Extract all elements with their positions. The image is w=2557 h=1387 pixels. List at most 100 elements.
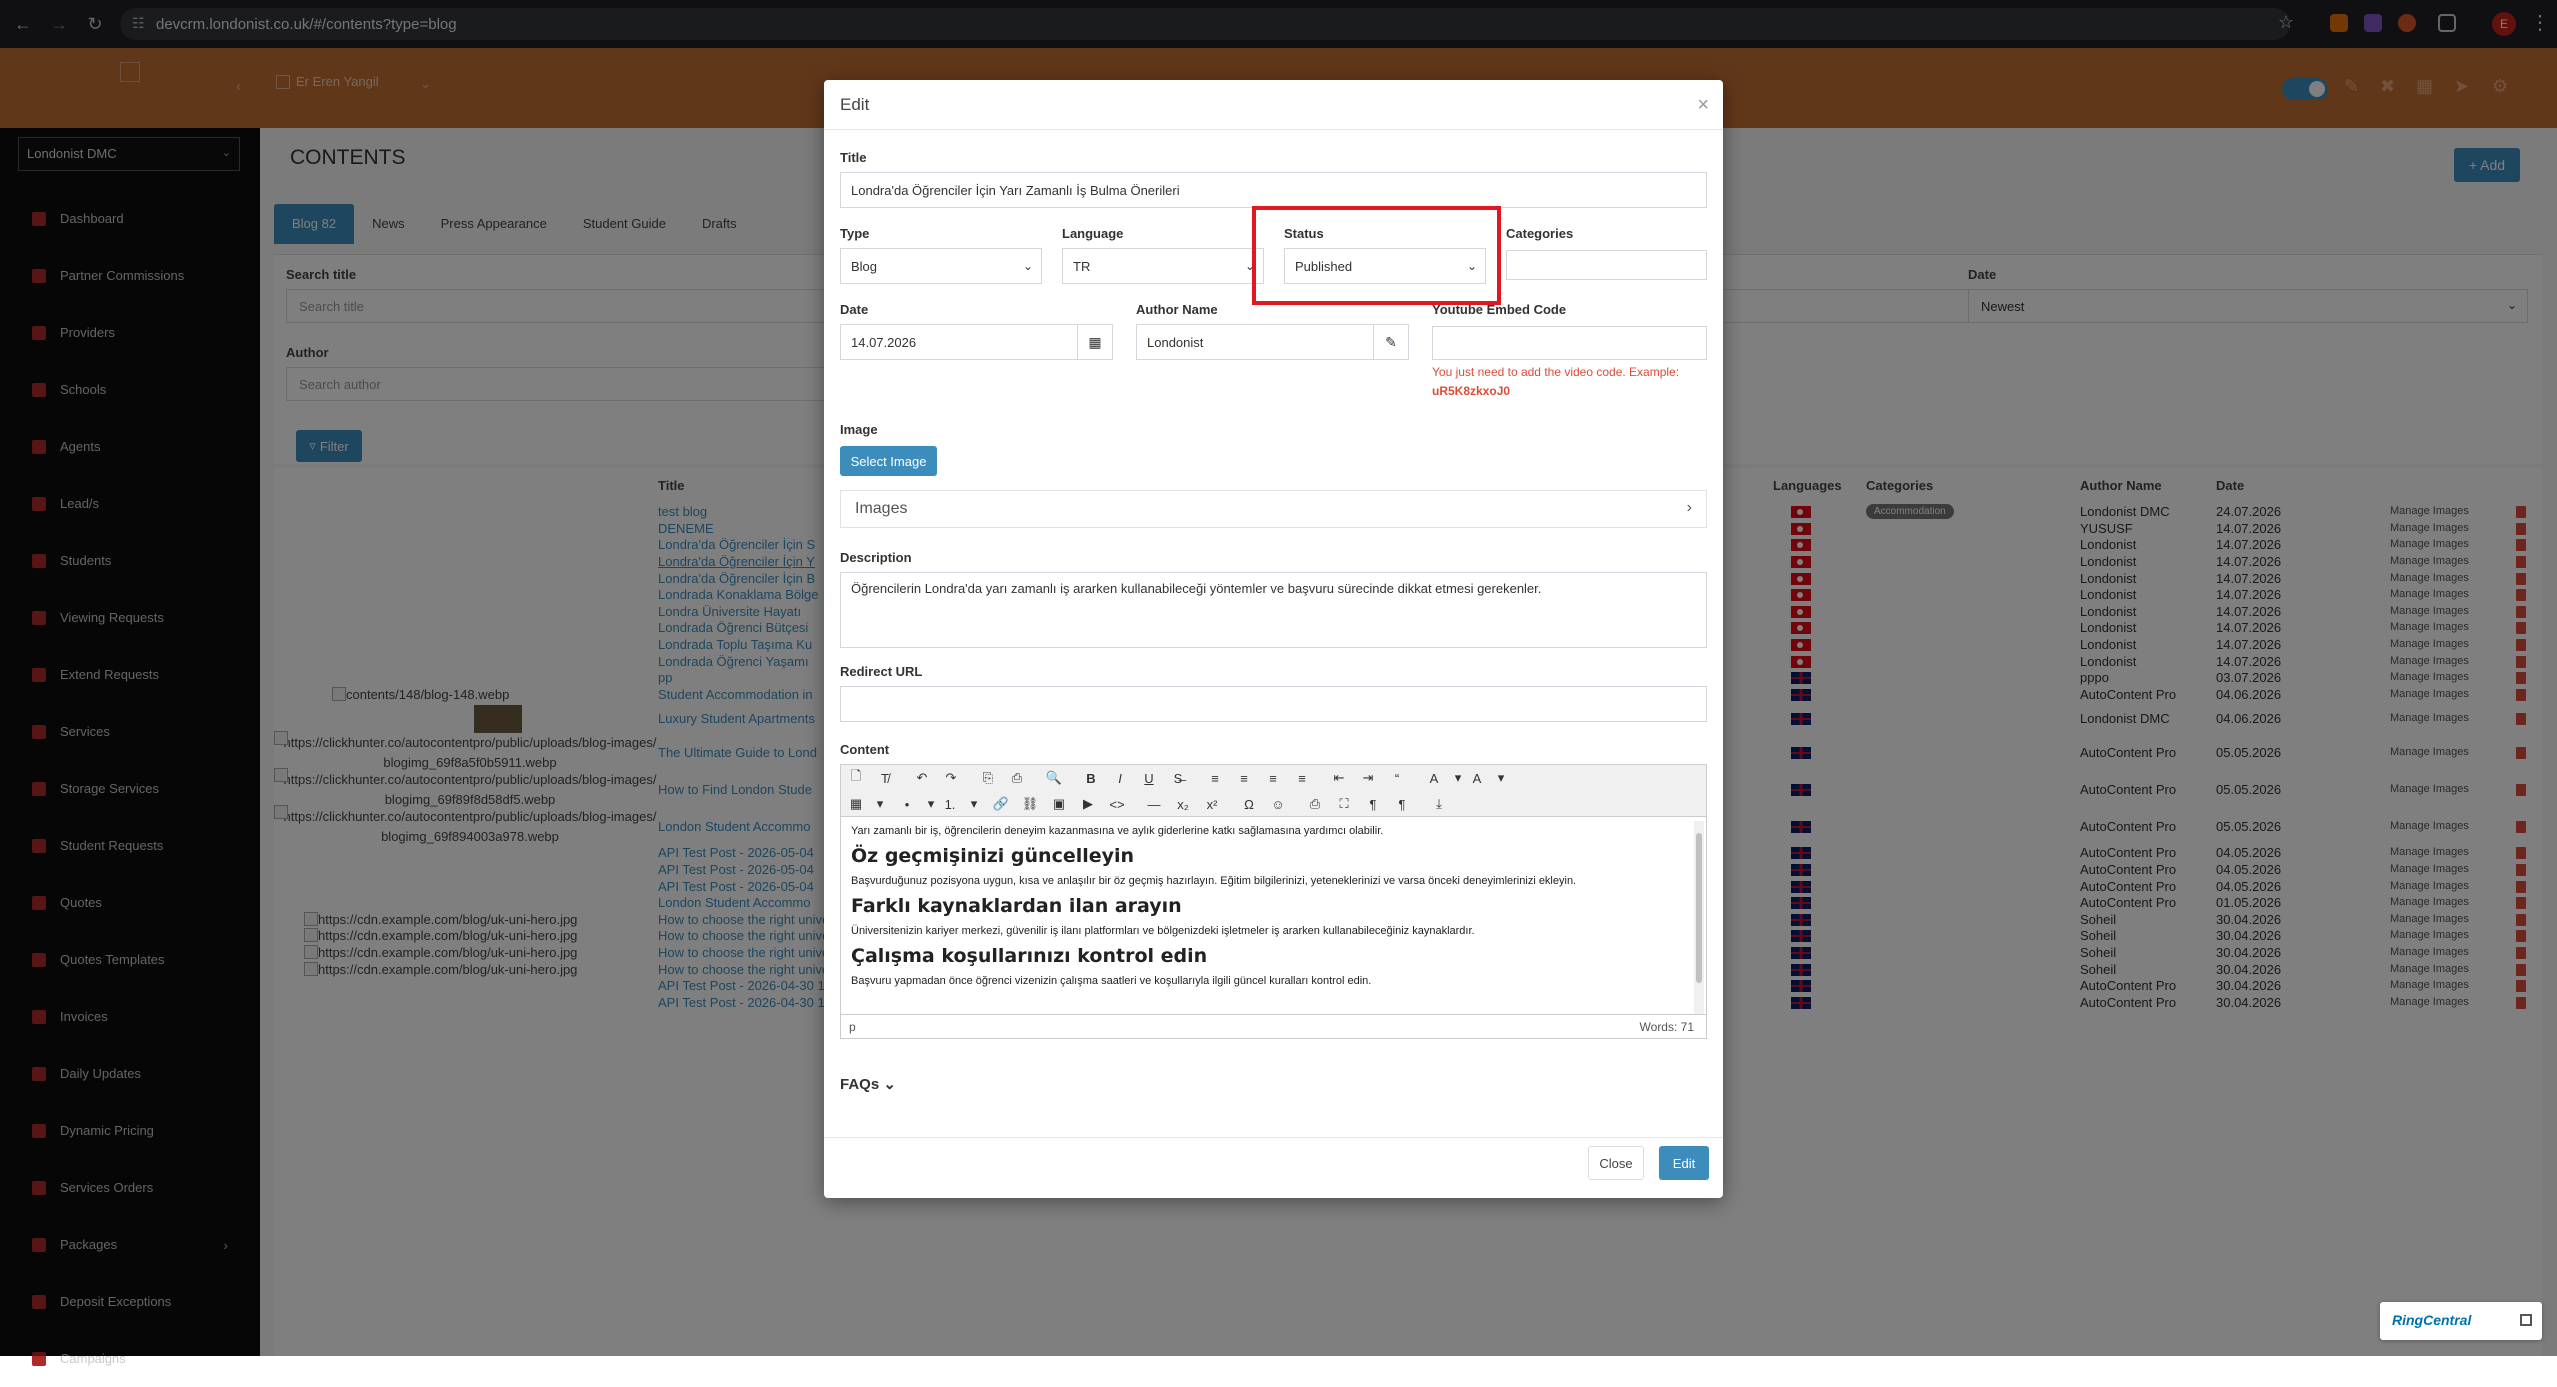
table-caret-icon[interactable]: ▾ — [874, 793, 886, 815]
redirect-url-input[interactable] — [840, 686, 1707, 722]
content-editor: 🗋 T̸ ↶ ↷ ⎘ ⎙ 🔍 B I U S̶ ≡ ≡ ≡ ≡ ⇤ ⇥ “A ▾ A ▾ ▦ ▾ • ▾ 1. ▾ 🔗 ⛓ ▣ ▶ <> — x₂… — [840, 764, 1707, 1039]
image-label: Image — [840, 422, 878, 437]
text-color-caret-icon[interactable]: ▾ — [1452, 767, 1464, 789]
editor-toolbar: 🗋 T̸ ↶ ↷ ⎘ ⎙ 🔍 B I U S̶ ≡ ≡ ≡ ≡ ⇤ ⇥ “A ▾ A ▾ ▦ ▾ • ▾ 1. ▾ 🔗 ⛓ ▣ ▶ <> — x₂… — [841, 765, 1706, 817]
categories-input[interactable] — [1506, 250, 1707, 280]
clear-format-icon[interactable]: T̸ — [874, 767, 896, 789]
blockquote-icon[interactable]: “ — [1386, 767, 1408, 789]
chevron-down-icon: ⌄ — [1022, 259, 1033, 273]
title-input[interactable]: Londra'da Öğrenciler İçin Yarı Zamanlı İ… — [840, 172, 1707, 208]
link-icon[interactable]: 🔗 — [990, 793, 1012, 815]
title-label: Title — [840, 150, 867, 165]
editor-element-path: p — [849, 1020, 856, 1034]
image-icon[interactable]: ▣ — [1048, 793, 1070, 815]
subscript-icon[interactable]: x₂ — [1172, 793, 1194, 815]
content-label: Content — [840, 742, 890, 757]
background-color-icon[interactable]: A — [1466, 767, 1488, 789]
content-paragraph: Yarı zamanlı bir iş, öğrencilerin deneyi… — [851, 825, 1384, 837]
close-button[interactable]: Close — [1588, 1146, 1644, 1180]
description-label: Description — [840, 550, 912, 565]
chevron-right-icon: › — [1686, 499, 1692, 516]
description-textarea[interactable]: Öğrencilerin Londra'da yarı zamanlı iş a… — [840, 572, 1707, 648]
status-highlight-box — [1252, 206, 1501, 305]
code-icon[interactable]: <> — [1106, 793, 1128, 815]
bullet-list-caret-icon[interactable]: ▾ — [925, 793, 937, 815]
pencil-icon[interactable]: ✎ — [1373, 324, 1409, 360]
author-name-label: Author Name — [1136, 302, 1218, 317]
close-icon[interactable]: × — [1697, 94, 1709, 117]
unlink-icon[interactable]: ⛓ — [1019, 793, 1041, 815]
widget-restore-icon[interactable] — [2520, 1314, 2532, 1326]
content-heading: Çalışma koşullarınızı kontrol edin — [851, 945, 1208, 967]
content-paragraph: Üniversitenizin kariyer merkezi, güvenil… — [851, 925, 1475, 937]
modal-header: Edit × — [824, 80, 1723, 130]
faqs-label: FAQs — [840, 1076, 880, 1093]
youtube-hint: You just need to add the video code. Exa… — [1432, 363, 1707, 401]
redo-icon[interactable]: ↷ — [940, 767, 962, 789]
indent-icon[interactable]: ⇥ — [1357, 767, 1379, 789]
modal-title: Edit — [840, 95, 870, 114]
numbered-list-caret-icon[interactable]: ▾ — [968, 793, 980, 815]
find-icon[interactable]: 🔍 — [1043, 767, 1065, 789]
ringcentral-label: RingCentral — [2392, 1312, 2472, 1328]
language-select[interactable]: TR ⌄ — [1062, 248, 1264, 284]
word-count: Words: 71 — [1639, 1020, 1694, 1034]
images-accordion-label: Images — [855, 500, 908, 517]
text-color-icon[interactable]: A — [1423, 767, 1445, 789]
categories-label: Categories — [1506, 226, 1574, 241]
faqs-toggle[interactable]: FAQs ⌄ — [840, 1075, 896, 1093]
horizontal-rule-icon[interactable]: — — [1143, 793, 1165, 815]
align-right-icon[interactable]: ≡ — [1262, 767, 1284, 789]
content-heading: Öz geçmişinizi güncelleyin — [851, 845, 1135, 867]
date-input[interactable]: 14.07.2026 — [840, 324, 1078, 360]
italic-icon[interactable]: I — [1109, 767, 1131, 789]
redirect-url-label: Redirect URL — [840, 664, 923, 679]
print-icon[interactable]: ⎙ — [1304, 793, 1326, 815]
media-icon[interactable]: ▶ — [1077, 793, 1099, 815]
strikethrough-icon[interactable]: S̶ — [1167, 767, 1189, 789]
edit-submit-button[interactable]: Edit — [1659, 1146, 1709, 1180]
images-accordion[interactable]: Images › — [840, 490, 1707, 528]
date-label: Date — [840, 302, 869, 317]
underline-icon[interactable]: U — [1138, 767, 1160, 789]
editor-statusbar: p Words: 71 — [841, 1014, 1706, 1038]
content-paragraph: Başvuru yapmadan önce öğrenci vizenizin … — [851, 975, 1372, 987]
outdent-icon[interactable]: ⇤ — [1328, 767, 1350, 789]
new-document-icon[interactable]: 🗋 — [845, 767, 867, 789]
type-select[interactable]: Blog ⌄ — [840, 248, 1042, 284]
align-justify-icon[interactable]: ≡ — [1291, 767, 1313, 789]
background-color-caret-icon[interactable]: ▾ — [1495, 767, 1507, 789]
editor-scrollbar[interactable] — [1694, 821, 1704, 1015]
rtl-icon[interactable]: ¶ — [1391, 793, 1413, 815]
fullscreen-icon[interactable]: ⛶ — [1333, 793, 1355, 815]
superscript-icon[interactable]: x² — [1201, 793, 1223, 815]
table-icon[interactable]: ▦ — [845, 793, 867, 815]
author-name-input[interactable]: Londonist — [1136, 324, 1374, 360]
ringcentral-widget[interactable]: RingCentral — [2380, 1302, 2542, 1340]
content-paragraph: Başvurduğunuz pozisyona uygun, kısa ve a… — [851, 875, 1577, 887]
ltr-icon[interactable]: ¶ — [1362, 793, 1384, 815]
copy-icon[interactable]: ⎘ — [977, 767, 999, 789]
numbered-list-icon[interactable]: 1. — [939, 793, 961, 815]
undo-icon[interactable]: ↶ — [911, 767, 933, 789]
special-char-icon[interactable]: Ω — [1238, 793, 1260, 815]
insert-template-icon[interactable]: ⤓ — [1428, 793, 1450, 815]
editor-body[interactable]: Yarı zamanlı bir iş, öğrencilerin deneyi… — [841, 817, 1689, 1015]
language-value: TR — [1073, 259, 1091, 274]
youtube-hint-text: You just need to add the video code. Exa… — [1432, 365, 1680, 379]
type-value: Blog — [851, 259, 878, 274]
content-heading: Farklı kaynaklardan ilan arayın — [851, 895, 1182, 917]
align-center-icon[interactable]: ≡ — [1233, 767, 1255, 789]
bold-icon[interactable]: B — [1080, 767, 1102, 789]
emoji-icon[interactable]: ☺ — [1267, 793, 1289, 815]
calendar-icon[interactable]: ▦ — [1077, 324, 1113, 360]
youtube-embed-input[interactable] — [1432, 326, 1707, 360]
paste-icon[interactable]: ⎙ — [1006, 767, 1028, 789]
select-image-button[interactable]: Select Image — [840, 446, 937, 476]
language-label: Language — [1062, 226, 1124, 241]
type-label: Type — [840, 226, 870, 241]
youtube-example-code: uR5K8zkxoJ0 — [1432, 384, 1511, 398]
chevron-down-icon: ⌄ — [883, 1076, 896, 1093]
bullet-list-icon[interactable]: • — [896, 793, 918, 815]
align-left-icon[interactable]: ≡ — [1204, 767, 1226, 789]
